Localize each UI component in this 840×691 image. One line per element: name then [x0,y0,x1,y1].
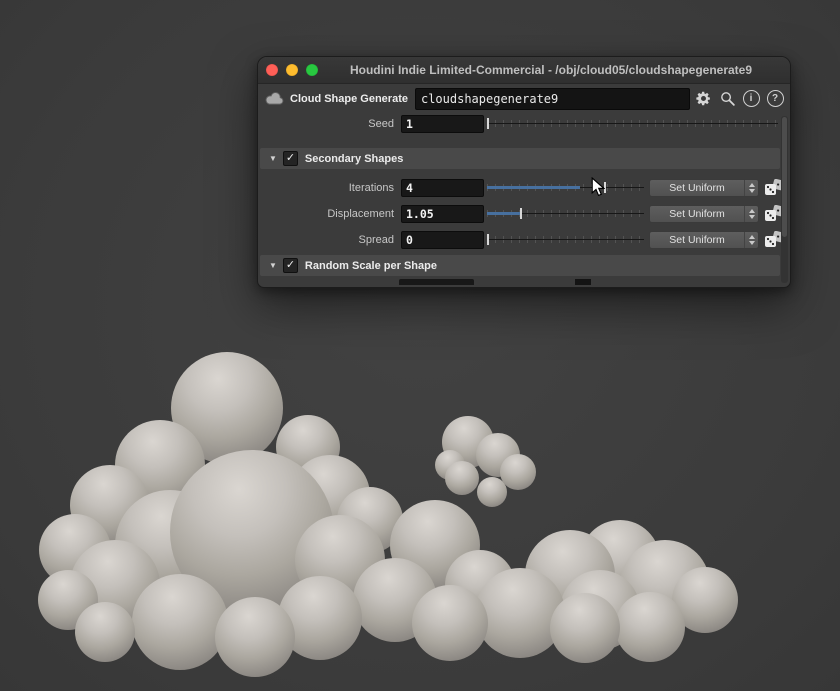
zoom-window-button[interactable] [306,64,318,76]
section-random-scale-per-shape[interactable]: ▼ ✓ Random Scale per Shape [260,255,780,276]
stepper[interactable] [744,205,758,222]
slider-fill [487,186,580,189]
window-title: Houdini Indie Limited-Commercial - /obj/… [349,63,753,77]
scrollbar-thumb[interactable] [782,117,787,238]
node-type-label: Cloud Shape Generate [290,92,408,105]
param-row-displacement: Displacement Set Uniform [258,204,785,223]
node-header-bar: Cloud Shape Generate i ? [258,84,790,113]
spread-label: Spread [358,233,394,246]
slider-handle[interactable] [487,118,490,129]
clipped-parameter-row [258,279,780,285]
window-titlebar[interactable]: Houdini Indie Limited-Commercial - /obj/… [258,57,790,84]
cloud-sphere [477,477,507,507]
iterations-slider[interactable] [487,180,644,195]
cloud-sphere [132,574,228,670]
spin-down-icon [748,240,755,245]
iterations-label: Iterations [348,181,394,194]
spread-set-uniform-menu[interactable]: Set Uniform [649,230,759,249]
displacement-slider[interactable] [487,206,644,221]
cloud-sphere [475,568,565,658]
seed-label: Seed [368,117,394,130]
gear-menu-icon[interactable] [692,88,714,110]
info-icon[interactable]: i [740,88,762,110]
slider-track [487,239,644,240]
random-scale-checkbox[interactable]: ✓ [282,258,298,273]
stepper[interactable] [744,179,758,196]
slider-handle[interactable] [603,182,606,193]
minimize-window-button[interactable] [286,64,298,76]
secondary-shapes-checkbox[interactable]: ✓ [282,151,298,166]
houdini-desktop: Houdini Indie Limited-Commercial - /obj/… [0,0,840,691]
param-row-seed: Seed [258,114,778,133]
spread-input[interactable] [401,230,484,249]
chevron-down-icon[interactable]: ▼ [269,154,277,163]
displacement-input[interactable] [401,204,484,223]
search-icon[interactable] [716,88,738,110]
cloud-sphere [75,602,135,662]
clipped-widget [575,279,591,285]
spin-up-icon [748,234,755,239]
close-window-button[interactable] [266,64,278,76]
displacement-set-uniform-menu[interactable]: Set Uniform [649,204,759,223]
node-name-input[interactable] [414,87,690,110]
panel-scrollbar[interactable] [781,116,788,283]
slider-handle[interactable] [519,208,522,219]
spin-up-icon [748,208,755,213]
chevron-down-icon[interactable]: ▼ [269,261,277,270]
iterations-set-uniform-menu[interactable]: Set Uniform [649,178,759,197]
cloud-sphere [550,593,620,663]
spin-down-icon [748,214,755,219]
spin-up-icon [748,182,755,187]
spread-slider[interactable] [486,232,644,247]
seed-slider[interactable] [487,116,778,131]
cloud-sphere [445,461,479,495]
slider-fill [487,212,520,215]
seed-input[interactable] [401,114,484,133]
displacement-label: Displacement [327,207,394,220]
iterations-input[interactable] [401,178,484,197]
section-label: Secondary Shapes [304,152,404,165]
section-secondary-shapes[interactable]: ▼ ✓ Secondary Shapes [260,148,780,169]
slider-track [487,123,778,124]
help-icon[interactable]: ? [764,88,786,110]
slider-handle[interactable] [486,234,489,245]
param-row-iterations: Iterations Set Uniform [258,178,785,197]
clipped-input [399,279,474,285]
spin-down-icon [748,188,755,193]
parameter-window: Houdini Indie Limited-Commercial - /obj/… [257,56,791,288]
cloud-node-icon [264,91,285,106]
cloud-sphere [215,597,295,677]
section-label: Random Scale per Shape [304,259,437,272]
cloud-sphere [615,592,685,662]
param-row-spread: Spread Set Uniform [258,230,785,249]
stepper[interactable] [744,231,758,248]
cloud-sphere [412,585,488,661]
